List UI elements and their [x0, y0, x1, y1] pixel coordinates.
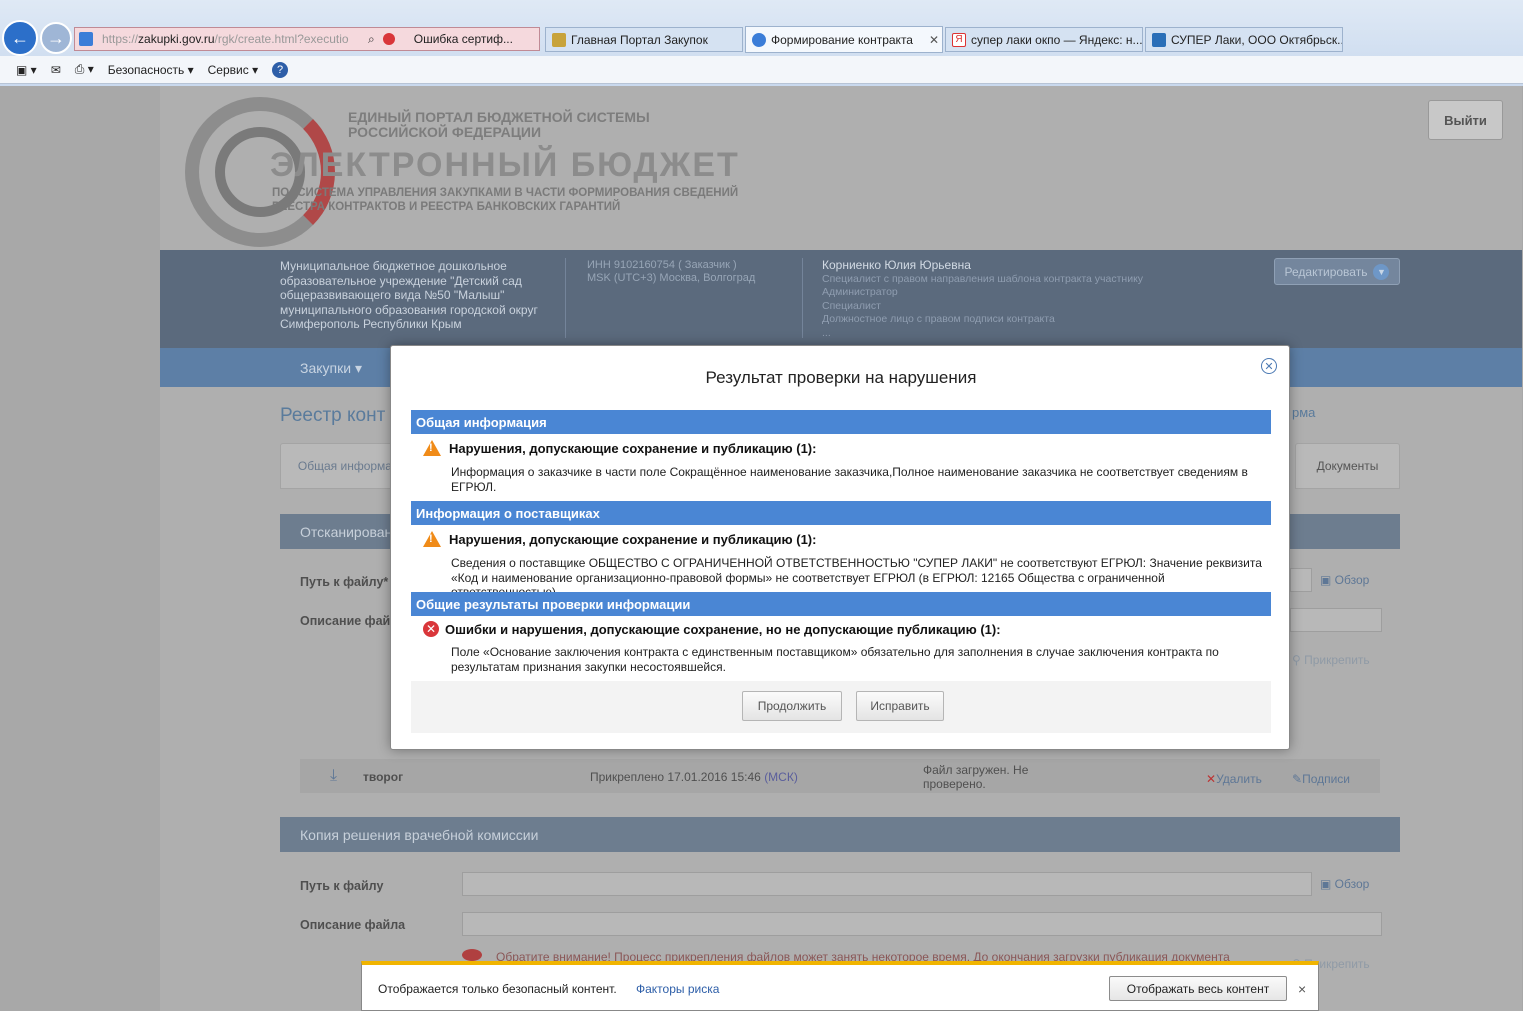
address-url: https://zakupki.gov.ru/rgk/create.html?e…	[102, 32, 349, 46]
divider	[802, 258, 803, 338]
warning-icon	[462, 949, 482, 961]
tab-documents[interactable]: Документы	[1295, 443, 1400, 489]
divider	[565, 258, 566, 338]
warning-icon	[423, 531, 441, 547]
delete-icon: ✕	[1206, 772, 1217, 786]
close-tab-icon[interactable]: ✕	[929, 33, 939, 47]
download-icon[interactable]: ⤓	[330, 767, 337, 785]
show-all-content-button[interactable]: Отображать весь контент	[1109, 976, 1287, 1001]
tab-yandex[interactable]: Я супер лаки окпо — Яндекс: н...	[945, 27, 1143, 52]
error-text: Поле «Основание заключения контракта с е…	[451, 645, 1219, 674]
pen-icon: ✎	[1292, 772, 1303, 786]
rss-icon[interactable]: ▣ ▾	[16, 63, 37, 77]
file-desc-input[interactable]	[462, 912, 1382, 936]
org-inn: ИНН 9102160754 ( Заказчик ) MSK (UTC+3) М…	[587, 259, 756, 284]
forward-button[interactable]: →	[40, 22, 72, 54]
continue-button[interactable]: Продолжить	[742, 691, 842, 721]
warning-icon	[423, 440, 441, 456]
file-attached-time: Прикреплено 17.01.2016 15:46 (МСК)	[590, 770, 798, 784]
site-favicon	[1152, 32, 1166, 47]
help-icon[interactable]: ?	[272, 61, 289, 78]
browse-button[interactable]: ▣ Обзор	[1320, 877, 1369, 891]
org-name: Муниципальное бюджетное дошкольное образ…	[280, 259, 538, 331]
yandex-icon: Я	[952, 32, 966, 47]
print-icon[interactable]: ⎙ ▾	[75, 62, 94, 77]
cert-error-icon	[382, 33, 395, 45]
back-button[interactable]: ←	[2, 20, 38, 56]
tab-label: Главная Портал Закупок	[571, 32, 708, 47]
signatures-link[interactable]: ✎Подписи	[1292, 772, 1350, 786]
safety-menu[interactable]: Безопасность ▾	[108, 63, 194, 77]
delete-link[interactable]: ✕Удалить	[1206, 772, 1262, 786]
tab-label: СУПЕР Лаки, ООО Октябрьск...	[1171, 32, 1343, 47]
chevron-down-icon: ▼	[1373, 263, 1390, 280]
logout-button[interactable]: Выйти	[1428, 100, 1503, 140]
file-path-input[interactable]	[1290, 568, 1312, 592]
close-icon[interactable]: ×	[1298, 981, 1306, 997]
error-icon: ✕	[423, 621, 439, 637]
group-header-results: Общие результаты проверки информации	[411, 592, 1271, 616]
tab-contract-form[interactable]: Формирование контракта ✕	[745, 26, 943, 53]
fix-button[interactable]: Исправить	[856, 691, 944, 721]
browser-chrome: ← → https://zakupki.gov.ru/rgk/create.ht…	[0, 0, 1523, 86]
security-notification-bar: Отображается только безопасный контент. …	[361, 961, 1319, 1011]
file-status: Файл загружен. Не проверено.	[923, 763, 1029, 791]
error-heading: ✕ Ошибки и нарушения, допускающие сохране…	[423, 621, 1001, 637]
dialog-title: Результат проверки на нарушения	[705, 368, 977, 387]
label-file-path: Путь к файлу	[300, 879, 384, 893]
portal-title: ЕДИНЫЙ ПОРТАЛ БЮДЖЕТНОЙ СИСТЕМЫ РОССИЙСКО…	[348, 109, 650, 140]
attach-button[interactable]: ⚲ Прикрепить	[1292, 653, 1370, 667]
tab-super-laki[interactable]: СУПЕР Лаки, ООО Октябрьск...	[1145, 27, 1343, 52]
ie-icon	[752, 32, 766, 47]
browse-button[interactable]: ▣ Обзор	[1320, 573, 1369, 587]
subsystem-title: ПОДСИСТЕМА УПРАВЛЕНИЯ ЗАКУПКАМИ В ЧАСТИ …	[272, 187, 739, 213]
violation-heading: Нарушения, допускающие сохранение и публ…	[423, 531, 816, 547]
breadcrumb[interactable]: Реестр конт	[280, 405, 385, 427]
group-header-suppliers: Информация о поставщиках	[411, 501, 1271, 525]
tab-main-portal[interactable]: Главная Портал Закупок	[545, 27, 743, 52]
service-menu[interactable]: Сервис ▾	[208, 63, 258, 77]
group-header-general: Общая информация	[411, 410, 1271, 434]
notification-message: Отображается только безопасный контент.	[378, 982, 617, 996]
label-file-desc: Описание файла	[300, 918, 406, 932]
file-name: творог	[363, 770, 404, 784]
cert-error-text[interactable]: Ошибка сертиф...	[414, 32, 513, 46]
user-info: Корниенко Юлия Юрьевна Специалист с прав…	[822, 258, 1144, 339]
close-icon[interactable]: ✕	[1261, 358, 1277, 374]
label-file-path: Путь к файлу*	[300, 575, 389, 589]
ie-icon	[79, 32, 93, 46]
mail-icon[interactable]: ✉	[51, 63, 61, 77]
label-file-desc: Описание фай	[300, 614, 391, 628]
edit-label: Редактировать	[1284, 264, 1368, 279]
file-desc-input[interactable]	[1290, 608, 1382, 632]
forma-link[interactable]: рма	[1292, 405, 1315, 420]
violation-heading: Нарушения, допускающие сохранение и публ…	[423, 440, 816, 456]
tab-label: Формирование контракта	[771, 32, 913, 47]
menu-purchases[interactable]: Закупки ▾	[300, 360, 362, 377]
section-commission-copy: Копия решения врачебной комиссии	[280, 817, 1400, 852]
violation-text: Информация о заказчике в части поле Сокр…	[451, 465, 1248, 494]
search-icon[interactable]: ⌕	[368, 32, 375, 47]
risk-factors-link[interactable]: Факторы риска	[636, 982, 719, 996]
brand-title: ЭЛЕКТРОННЫЙ БЮДЖЕТ	[270, 146, 740, 184]
command-bar: ▣ ▾ ✉ ⎙ ▾ Безопасность ▾ Сервис ▾ ?	[0, 56, 1523, 84]
address-bar[interactable]: https://zakupki.gov.ru/rgk/create.html?e…	[74, 27, 540, 51]
portal-favicon	[552, 32, 566, 47]
tab-label: супер лаки окпо — Яндекс: н...	[971, 32, 1143, 47]
edit-button[interactable]: Редактировать ▼	[1274, 258, 1400, 285]
violations-dialog: Результат проверки на нарушения ✕ Общая …	[390, 345, 1290, 750]
file-path-input[interactable]	[462, 872, 1312, 896]
